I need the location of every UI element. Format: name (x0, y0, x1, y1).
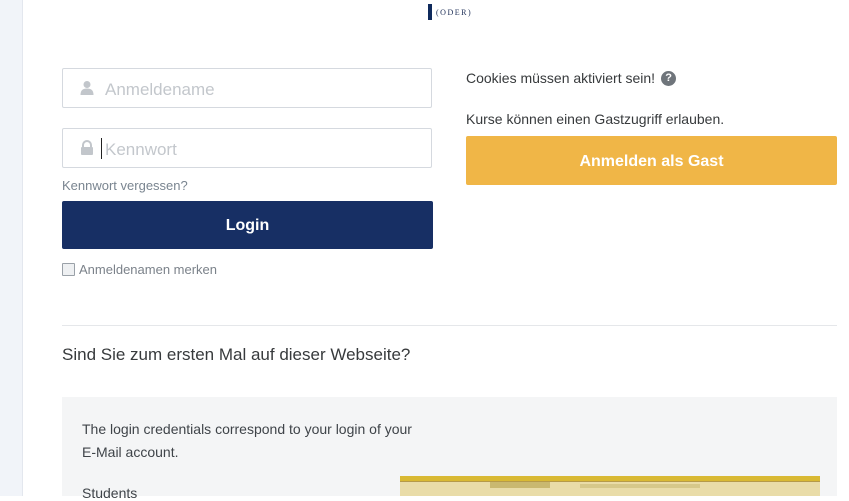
guest-login-button[interactable]: Anmelden als Gast (466, 136, 837, 185)
question-circle-icon[interactable]: ? (661, 70, 677, 86)
cookies-note: Cookies müssen aktiviert sein! ? (466, 70, 677, 86)
page-left-border (22, 0, 23, 496)
first-time-heading: Sind Sie zum ersten Mal auf dieser Webse… (62, 345, 411, 364)
user-icon (79, 80, 95, 96)
password-field[interactable] (62, 128, 432, 168)
students-label: Students (82, 485, 138, 501)
document-image-label (580, 484, 700, 488)
info-box: The login credentials correspond to your… (62, 397, 837, 501)
page-left-margin (0, 0, 22, 496)
text-cursor (101, 138, 102, 159)
document-image-rule (400, 481, 820, 482)
document-image-label (490, 482, 550, 488)
logo-bar (428, 4, 432, 20)
username-input[interactable] (103, 77, 417, 103)
username-field[interactable] (62, 68, 432, 108)
logo-text: (ODER) (436, 8, 473, 17)
document-image (400, 476, 820, 496)
university-logo: (ODER) (428, 4, 472, 24)
forgot-password-link[interactable]: Kennwort vergessen? (62, 178, 188, 193)
lock-icon (79, 140, 95, 156)
remember-username[interactable]: Anmeldenamen merken (62, 262, 217, 277)
guest-access-note: Kurse können einen Gastzugriff erlauben. (466, 111, 725, 127)
section-divider (62, 325, 837, 326)
info-text: The login credentials correspond to your… (82, 421, 412, 460)
login-button[interactable]: Login (62, 201, 433, 249)
password-input[interactable] (103, 137, 417, 163)
remember-username-checkbox[interactable] (62, 263, 75, 276)
cookies-note-text: Cookies müssen aktiviert sein! (466, 70, 656, 86)
remember-username-label: Anmeldenamen merken (79, 262, 218, 277)
